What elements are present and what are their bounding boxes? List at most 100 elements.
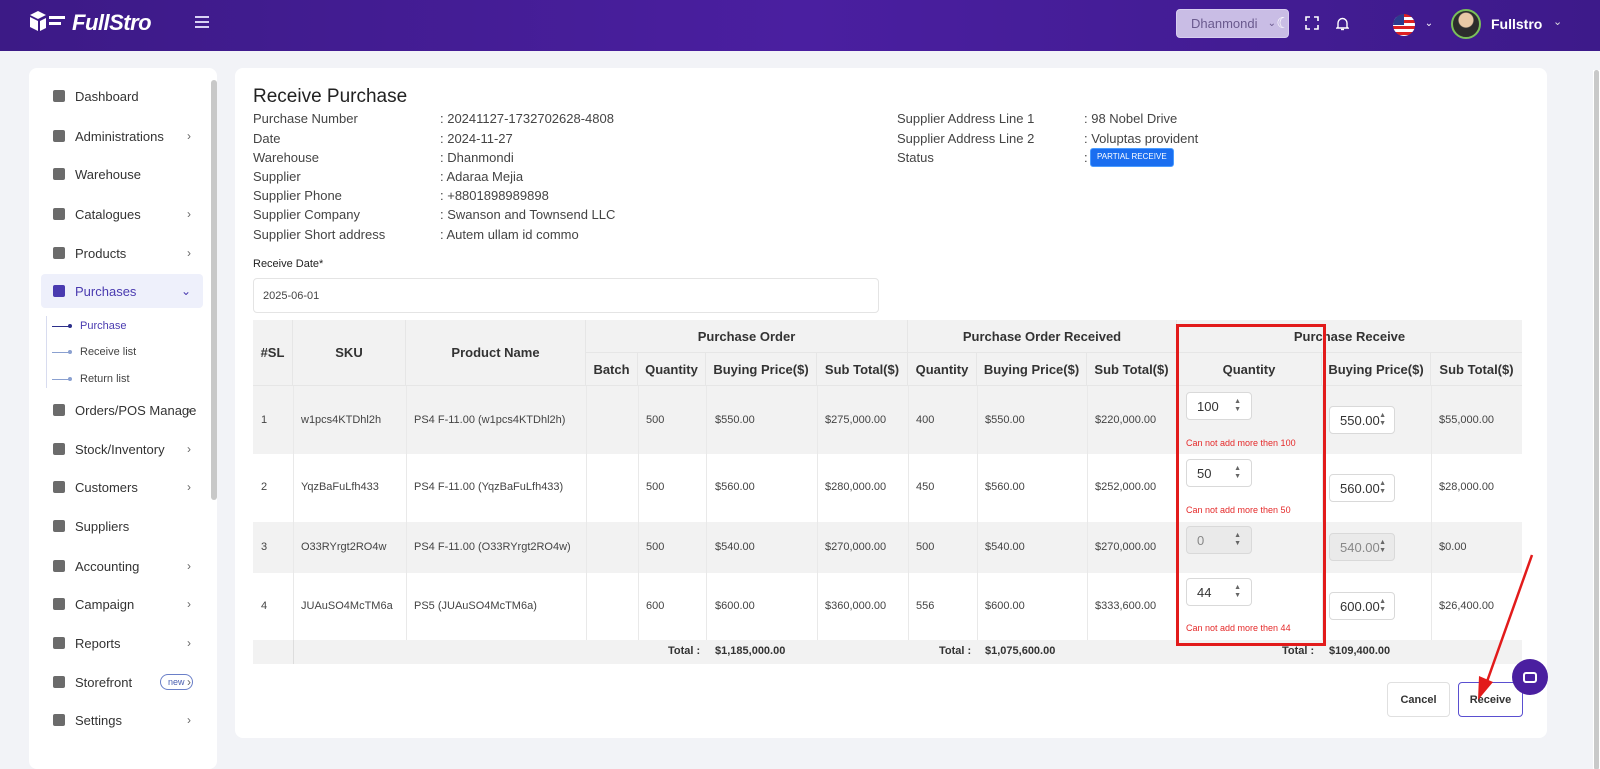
- spinner-arrows-icon: ▲ ▼: [1379, 539, 1386, 554]
- receive-price-input[interactable]: 600.00 ▲ ▼: [1329, 592, 1395, 620]
- logo-text: FullStro: [72, 10, 152, 35]
- sidebar-item-administrations[interactable]: Administrations ›: [41, 119, 203, 153]
- chevron-right-icon: ›: [187, 207, 191, 221]
- sidebar-item-products[interactable]: Products ›: [41, 236, 203, 270]
- sidebar-item-label: Purchases: [75, 283, 137, 299]
- cell-product: PS4 F-11.00 (O33RYrgt2RO4w): [414, 541, 571, 553]
- sidebar-item-stock[interactable]: Stock/Inventory ›: [41, 432, 203, 466]
- cell-r-qty: 500: [916, 541, 935, 553]
- header-receive-buying-price: Buying Price($): [1322, 353, 1431, 386]
- sidebar-item-purchases[interactable]: Purchases ⌄: [41, 274, 203, 308]
- us-flag-icon[interactable]: [1393, 14, 1415, 36]
- branch-select-value: Dhanmondi: [1191, 16, 1258, 31]
- catalog-icon: [53, 208, 65, 220]
- info-label: Supplier: [253, 169, 301, 184]
- notification-bell-icon[interactable]: [1333, 14, 1351, 32]
- reports-icon: [53, 637, 65, 649]
- cell-sku: YqzBaFuLfh433: [301, 481, 379, 493]
- cancel-button[interactable]: Cancel: [1387, 682, 1450, 717]
- header-batch: Batch: [586, 353, 638, 386]
- chat-button[interactable]: [1512, 659, 1548, 695]
- logo[interactable]: FullStro: [28, 10, 152, 36]
- highlight-box: [1176, 324, 1326, 646]
- user-menu-chevron-icon[interactable]: ⌄: [1553, 15, 1562, 28]
- sidebar-item-suppliers[interactable]: Suppliers: [41, 509, 203, 543]
- sidebar-item-warehouse[interactable]: Warehouse: [41, 157, 203, 191]
- sidebar-item-dashboard[interactable]: Dashboard: [41, 79, 203, 113]
- input-value: 550.00: [1340, 412, 1380, 428]
- sidebar-item-customers[interactable]: Customers ›: [41, 470, 203, 504]
- chevron-right-icon: ›: [187, 713, 191, 727]
- branch-select[interactable]: Dhanmondi ⌄: [1176, 9, 1289, 38]
- info-label: Warehouse: [253, 150, 319, 165]
- cell-sku: w1pcs4KTDhl2h: [301, 414, 382, 426]
- info-label: Supplier Address Line 1: [897, 111, 1035, 126]
- receive-date-input[interactable]: 2025-06-01: [253, 278, 879, 313]
- info-label: Supplier Phone: [253, 188, 342, 203]
- cell-r-price: $600.00: [985, 600, 1025, 612]
- cell-sl: 4: [261, 600, 268, 612]
- spinner-arrows-icon[interactable]: ▲ ▼: [1379, 480, 1386, 496]
- fullscreen-icon[interactable]: [1303, 14, 1321, 32]
- spinner-arrows-icon[interactable]: ▲ ▼: [1379, 598, 1386, 614]
- username[interactable]: Fullstro: [1491, 16, 1542, 32]
- header-received-buying-price: Buying Price($): [977, 353, 1087, 386]
- cell-po-price: $540.00: [715, 541, 755, 553]
- language-chevron-icon[interactable]: ⌄: [1420, 14, 1438, 32]
- sidebar-item-campaign[interactable]: Campaign ›: [41, 587, 203, 621]
- avatar[interactable]: [1451, 9, 1481, 39]
- logo-mark-icon: [28, 10, 68, 36]
- suppliers-icon: [53, 520, 65, 532]
- header-receive-subtotal: Sub Total($): [1431, 353, 1522, 386]
- sidebar-item-label: Dashboard: [75, 88, 139, 104]
- sidebar-scrollbar[interactable]: [211, 80, 217, 500]
- info-value: : Adaraa Mejia: [440, 169, 524, 184]
- total-label: Total :: [1282, 645, 1315, 657]
- menu-toggle-icon[interactable]: [195, 16, 209, 30]
- sidebar-item-label: Suppliers: [75, 518, 130, 534]
- sidebar-item-orders[interactable]: Orders/POS Manage ›: [41, 393, 203, 427]
- input-value: 600.00: [1340, 598, 1380, 614]
- cell-r-price: $560.00: [985, 481, 1025, 493]
- cell-po-qty: 500: [646, 481, 665, 493]
- total-label: Total :: [668, 645, 701, 657]
- cell-po-price: $550.00: [715, 414, 755, 426]
- user-icon: [53, 130, 65, 142]
- sidebar-item-label: Campaign: [75, 596, 135, 612]
- cell-po-price: $600.00: [715, 600, 755, 612]
- info-label: Supplier Company: [253, 207, 360, 222]
- cell-po-sub: $360,000.00: [825, 600, 887, 612]
- sidebar-item-storefront[interactable]: Storefront new ›: [41, 665, 203, 699]
- sidebar-item-catalogues[interactable]: Catalogues ›: [41, 197, 203, 231]
- sidebar-item-label: Administrations: [75, 128, 164, 144]
- cell-product: PS5 (JUAuSO4McTM6a): [414, 600, 537, 612]
- receive-price-input[interactable]: 560.00 ▲ ▼: [1329, 474, 1395, 502]
- cell-po-sub: $270,000.00: [825, 541, 887, 553]
- chevron-right-icon: ›: [187, 129, 191, 143]
- info-label: Supplier Short address: [253, 227, 386, 242]
- submenu-label: Purchase: [80, 320, 127, 332]
- submenu-item-receive-list[interactable]: Receive list: [52, 346, 136, 358]
- header-received-quantity: Quantity: [908, 353, 977, 386]
- page-scrollbar[interactable]: [1593, 70, 1600, 769]
- receive-price-input[interactable]: 550.00 ▲ ▼: [1329, 406, 1395, 434]
- sidebar-item-reports[interactable]: Reports ›: [41, 626, 203, 660]
- cell-po-sub: $275,000.00: [825, 414, 887, 426]
- cell-sku: JUAuSO4McTM6a: [301, 600, 393, 612]
- info-value: : Voluptas provident: [1084, 131, 1199, 146]
- header-product-name: Product Name: [406, 320, 586, 386]
- sidebar-item-label: Settings: [75, 712, 122, 728]
- sidebar-item-label: Reports: [75, 635, 121, 651]
- cell-r-sub: $333,600.00: [1095, 600, 1157, 612]
- spinner-arrows-icon[interactable]: ▲ ▼: [1379, 412, 1386, 428]
- input-value: 560.00: [1340, 480, 1380, 496]
- dark-mode-moon-icon[interactable]: ☾: [1274, 14, 1292, 32]
- sidebar-item-settings[interactable]: Settings ›: [41, 703, 203, 737]
- cell-sku: O33RYrgt2RO4w: [301, 541, 387, 553]
- info-value: : 98 Nobel Drive: [1084, 111, 1178, 126]
- sidebar-item-accounting[interactable]: Accounting ›: [41, 549, 203, 583]
- settings-icon: [53, 714, 65, 726]
- submenu-item-return-list[interactable]: Return list: [52, 373, 130, 385]
- chevron-right-icon: ›: [187, 480, 191, 494]
- submenu-item-purchase[interactable]: Purchase: [52, 320, 126, 332]
